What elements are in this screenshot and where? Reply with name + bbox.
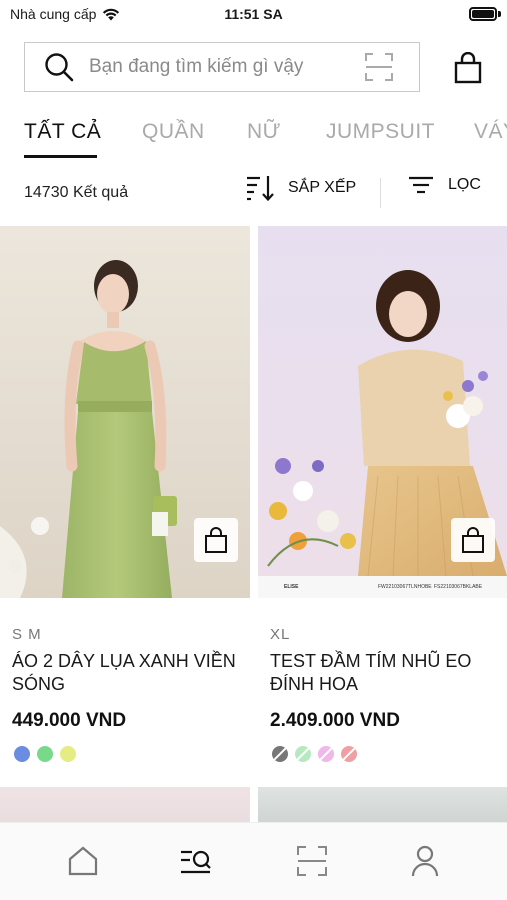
color-swatch[interactable] — [272, 746, 288, 762]
filter-label: LỌC — [448, 176, 481, 193]
add-to-bag-button[interactable] — [194, 518, 238, 562]
nav-account[interactable] — [405, 841, 445, 881]
color-swatches — [272, 746, 357, 762]
scan-icon — [297, 846, 327, 876]
tab-jumpsuit[interactable]: JUMPSUIT — [326, 120, 435, 144]
home-icon — [68, 846, 98, 876]
status-bar: Nhà cung cấp 11:51 SA — [0, 0, 507, 30]
image-caption: ELISE FW22103067TLNHOBE FS22103067BKLABE — [258, 576, 507, 598]
product-price: 2.409.000 VND — [270, 710, 400, 731]
shopping-bag-icon — [205, 526, 227, 553]
shopping-bag-icon[interactable] — [448, 48, 488, 88]
product-sizes: S M — [12, 626, 42, 643]
battery-cap — [498, 11, 501, 17]
search-input[interactable] — [89, 47, 359, 87]
image-caption-code: FW22103067TLNHOBE — [378, 584, 432, 590]
barcode-scan-icon[interactable] — [359, 47, 399, 87]
shopping-bag-icon — [462, 526, 484, 553]
clock: 11:51 SA — [224, 6, 283, 22]
tab-pants[interactable]: QUẦN — [142, 120, 205, 144]
toolbar-divider — [380, 178, 381, 208]
color-swatch[interactable] — [295, 746, 311, 762]
tab-dress[interactable]: VÁY — [474, 120, 507, 144]
nav-home[interactable] — [63, 841, 103, 881]
results-count: 14730 Kết quả — [24, 184, 129, 201]
product-name[interactable]: TEST ĐẦM TÍM NHŨ EO ĐÍNH HOA — [270, 650, 505, 696]
color-swatch[interactable] — [318, 746, 334, 762]
color-swatch[interactable] — [37, 746, 53, 762]
filter-icon — [409, 176, 433, 194]
color-swatches — [14, 746, 76, 762]
bottom-nav — [0, 822, 507, 900]
image-caption-code: FS22103067BKLABE — [434, 584, 483, 590]
search-icon[interactable] — [39, 47, 79, 87]
sort-label: SẮP XẾP — [288, 179, 357, 196]
user-icon — [411, 845, 439, 877]
sort-button[interactable]: SẮP XẾP — [246, 175, 356, 201]
color-swatch[interactable] — [60, 746, 76, 762]
product-card-peek[interactable] — [0, 787, 250, 827]
color-swatch[interactable] — [341, 746, 357, 762]
color-swatch[interactable] — [14, 746, 30, 762]
tab-all[interactable]: TẤT CẢ — [24, 120, 101, 144]
search-list-icon — [181, 850, 211, 874]
nav-scan[interactable] — [292, 841, 332, 881]
product-name[interactable]: ÁO 2 DÂY LỤA XANH VIỀN SÓNG — [12, 650, 247, 696]
nav-search[interactable] — [176, 841, 216, 881]
product-sizes: XL — [270, 626, 291, 643]
battery-icon — [469, 7, 497, 21]
image-caption-brand: ELISE — [284, 584, 299, 590]
product-card-peek[interactable] — [258, 787, 507, 827]
tab-women[interactable]: NỮ — [247, 120, 281, 144]
add-to-bag-button[interactable] — [451, 518, 495, 562]
product-price: 449.000 VND — [12, 710, 127, 731]
category-tabs: TẤT CẢ QUẦN NỮ JUMPSUIT VÁY — [0, 112, 507, 158]
search-bar[interactable] — [24, 42, 420, 92]
filter-button[interactable]: LỌC — [408, 175, 481, 195]
sort-icon — [247, 176, 274, 201]
active-tab-indicator — [24, 155, 97, 158]
